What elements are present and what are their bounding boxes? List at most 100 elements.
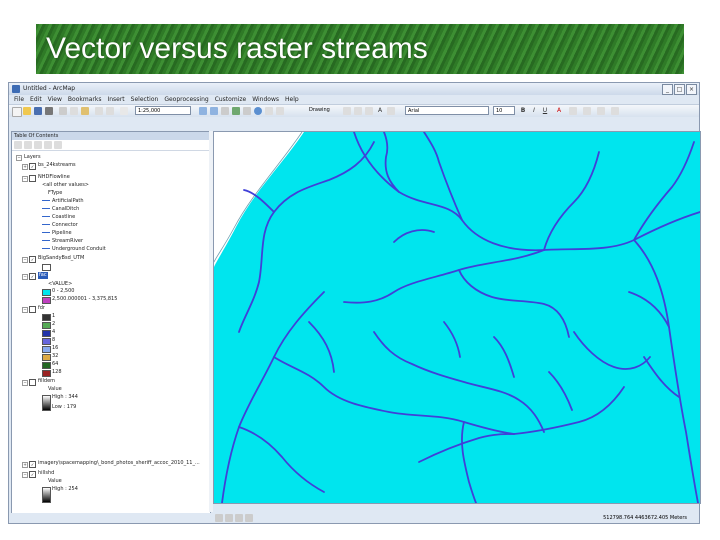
add-data-icon[interactable] bbox=[120, 107, 128, 115]
bold-icon[interactable]: B bbox=[519, 107, 527, 115]
layer-hillshd[interactable]: hillshd bbox=[38, 470, 54, 477]
list-by-selection-icon[interactable] bbox=[44, 141, 52, 149]
legend-item: ArtificialPath bbox=[42, 198, 84, 205]
legend-field: Value bbox=[48, 478, 62, 484]
select-elements-icon[interactable] bbox=[343, 107, 351, 115]
layer-filldem[interactable]: filldem bbox=[38, 378, 55, 385]
legend-high: High : 344 bbox=[52, 394, 78, 400]
menu-windows[interactable]: Windows bbox=[252, 95, 279, 104]
refresh-icon[interactable] bbox=[235, 514, 243, 522]
measure-icon[interactable] bbox=[265, 107, 273, 115]
font-size-select[interactable]: 10 bbox=[493, 106, 515, 115]
expand-icon[interactable]: + bbox=[22, 164, 28, 170]
layer-bigsandybsd-utm[interactable]: BigSandyBsd_UTM bbox=[38, 255, 84, 262]
expand-icon[interactable]: − bbox=[22, 307, 28, 313]
fill-color-icon[interactable] bbox=[569, 107, 577, 115]
layer-imagery[interactable]: imagery\spacemapping\_bond_photos_sherif… bbox=[38, 460, 200, 467]
layer-checkbox[interactable]: ✓ bbox=[29, 256, 36, 263]
expand-icon[interactable]: + bbox=[22, 462, 28, 468]
expand-icon[interactable]: − bbox=[22, 176, 28, 182]
expand-icon[interactable]: − bbox=[22, 257, 28, 263]
font-color-icon[interactable]: A bbox=[555, 107, 563, 115]
menu-bar: File Edit View Bookmarks Insert Selectio… bbox=[9, 95, 699, 104]
print-icon[interactable] bbox=[45, 107, 53, 115]
toolbar-options-icon[interactable] bbox=[611, 107, 619, 115]
layout-view-icon[interactable] bbox=[225, 514, 233, 522]
menu-help[interactable]: Help bbox=[285, 95, 299, 104]
marker-color-icon[interactable] bbox=[597, 107, 605, 115]
layer-checkbox[interactable]: ✓ bbox=[29, 273, 36, 280]
expand-icon[interactable]: − bbox=[22, 274, 28, 280]
layer-checkbox[interactable] bbox=[29, 306, 36, 313]
rotate-icon[interactable] bbox=[354, 107, 362, 115]
list-by-drawing-order-icon[interactable] bbox=[14, 141, 22, 149]
legend-item: 8 bbox=[52, 337, 56, 343]
legend-swatch bbox=[42, 297, 51, 304]
menu-file[interactable]: File bbox=[14, 95, 24, 104]
undo-icon[interactable] bbox=[95, 107, 103, 115]
underline-icon[interactable]: U bbox=[541, 107, 549, 115]
expand-icon[interactable]: − bbox=[22, 472, 28, 478]
save-icon[interactable] bbox=[34, 107, 42, 115]
close-button[interactable]: × bbox=[686, 84, 697, 95]
menu-view[interactable]: View bbox=[48, 95, 62, 104]
legend-swatch bbox=[42, 370, 51, 377]
list-by-source-icon[interactable] bbox=[24, 141, 32, 149]
layer-fdr[interactable]: fdr bbox=[38, 305, 45, 312]
layer-checkbox[interactable]: ✓ bbox=[29, 461, 36, 468]
open-icon[interactable] bbox=[23, 107, 31, 115]
menu-bookmarks[interactable]: Bookmarks bbox=[68, 95, 102, 104]
line-color-icon[interactable] bbox=[583, 107, 591, 115]
font-name-select[interactable]: Arial bbox=[405, 106, 489, 115]
layer-bs-24kstreams[interactable]: bs_24kstreams bbox=[38, 162, 76, 169]
table-of-contents: Table Of Contents − Layers + ✓ bs_24kstr… bbox=[11, 131, 211, 514]
options-icon[interactable] bbox=[54, 141, 62, 149]
full-extent-icon[interactable] bbox=[232, 107, 240, 115]
pause-icon[interactable] bbox=[245, 514, 253, 522]
layer-checkbox[interactable]: ✓ bbox=[29, 471, 36, 478]
menu-selection[interactable]: Selection bbox=[131, 95, 159, 104]
expand-icon[interactable]: − bbox=[22, 380, 28, 386]
redo-icon[interactable] bbox=[106, 107, 114, 115]
minimize-button[interactable]: _ bbox=[662, 84, 673, 95]
menu-edit[interactable]: Edit bbox=[30, 95, 42, 104]
status-bar: 512798.764 4463672.405 Meters bbox=[9, 513, 699, 523]
rectangle-icon[interactable] bbox=[365, 107, 373, 115]
menu-customize[interactable]: Customize bbox=[215, 95, 247, 104]
legend-field: FType bbox=[48, 190, 63, 196]
new-icon[interactable] bbox=[12, 107, 22, 117]
menu-insert[interactable]: Insert bbox=[107, 95, 124, 104]
maximize-button[interactable]: □ bbox=[674, 84, 685, 95]
identify-icon[interactable] bbox=[254, 107, 262, 115]
coordinate-readout: 512798.764 4463672.405 Meters bbox=[603, 515, 687, 521]
drawing-menu[interactable]: Drawing bbox=[309, 107, 330, 113]
zoom-in-icon[interactable] bbox=[199, 107, 207, 115]
layers-collapse-icon[interactable]: − bbox=[16, 155, 22, 161]
layer-checkbox[interactable]: ✓ bbox=[29, 163, 36, 170]
flow-accumulation-raster bbox=[214, 132, 700, 503]
text-icon[interactable]: A bbox=[376, 107, 384, 115]
app-icon bbox=[12, 85, 20, 93]
map-canvas[interactable] bbox=[214, 132, 700, 503]
italic-icon[interactable]: I bbox=[530, 107, 538, 115]
pan-icon[interactable] bbox=[221, 107, 229, 115]
layer-checkbox[interactable] bbox=[29, 175, 36, 182]
paste-icon[interactable] bbox=[81, 107, 89, 115]
map-view[interactable] bbox=[213, 131, 701, 504]
menu-geoprocessing[interactable]: Geoprocessing bbox=[164, 95, 208, 104]
layers-group-label[interactable]: Layers bbox=[24, 154, 41, 161]
layer-checkbox[interactable] bbox=[29, 379, 36, 386]
edit-vertices-icon[interactable] bbox=[387, 107, 395, 115]
copy-icon[interactable] bbox=[70, 107, 78, 115]
scale-input[interactable]: 1:25,000 bbox=[135, 106, 191, 115]
cut-icon[interactable] bbox=[59, 107, 67, 115]
legend-item: 32 bbox=[52, 353, 59, 359]
legend-item: 128 bbox=[52, 369, 62, 375]
select-icon[interactable] bbox=[243, 107, 251, 115]
list-by-visibility-icon[interactable] bbox=[34, 141, 42, 149]
hyperlink-icon[interactable] bbox=[276, 107, 284, 115]
layer-fac[interactable]: fac bbox=[38, 272, 48, 279]
data-view-icon[interactable] bbox=[215, 514, 223, 522]
layer-nhdflowline[interactable]: NHDFlowline bbox=[38, 174, 70, 181]
zoom-out-icon[interactable] bbox=[210, 107, 218, 115]
